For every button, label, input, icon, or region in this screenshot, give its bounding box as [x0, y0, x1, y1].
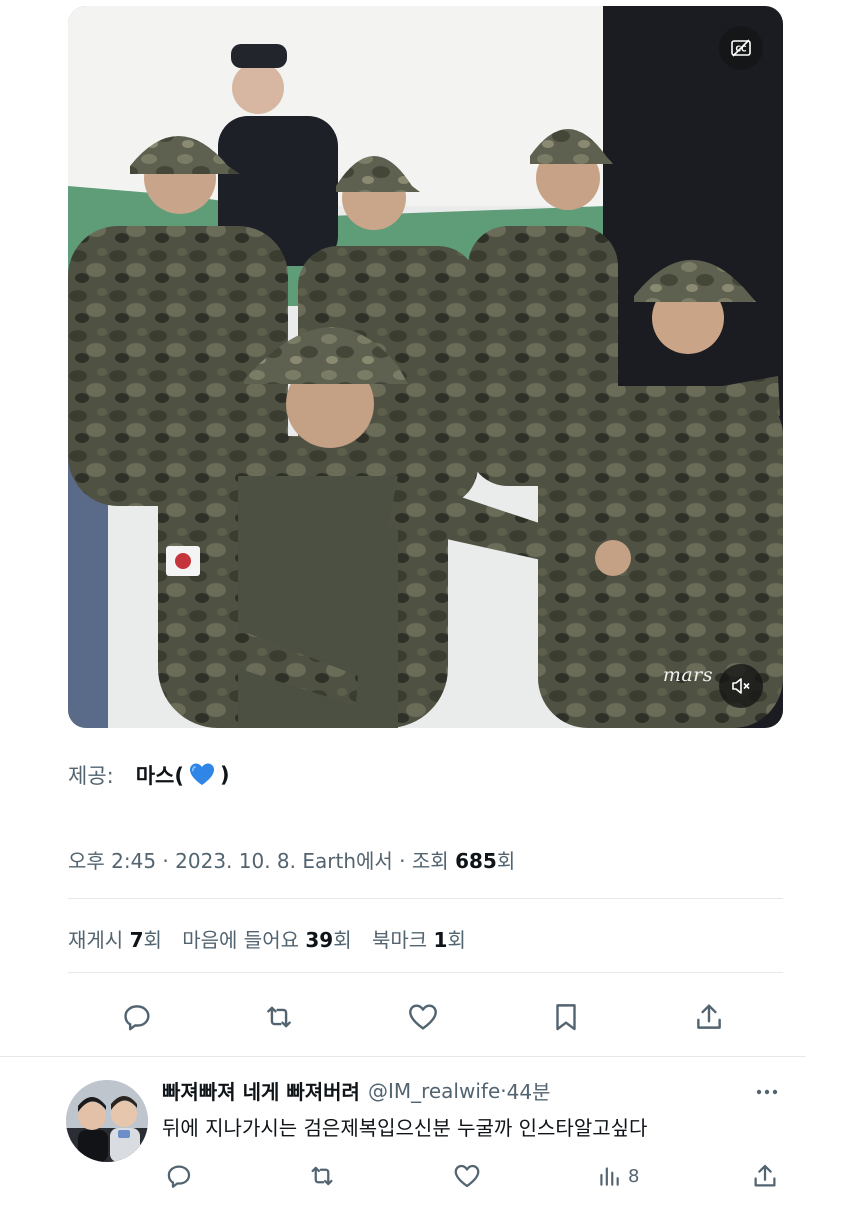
reply-reply-button[interactable] [164, 1156, 194, 1196]
credit-name-prefix: 마스( [135, 764, 184, 788]
views-chart-icon [600, 1167, 619, 1186]
likes-count: 39 [305, 928, 334, 952]
divider [0, 1056, 806, 1057]
video-watermark: mars [662, 664, 713, 686]
volume-muted-icon [732, 678, 750, 694]
more-horizontal-icon [756, 1089, 778, 1095]
repost-icon [311, 1166, 333, 1186]
bookmarks-unit: 회 [447, 928, 466, 952]
like-icon [409, 1004, 437, 1030]
views-count: 685 [455, 849, 497, 873]
like-icon [454, 1164, 480, 1188]
reply-icon [167, 1165, 191, 1188]
likes-label: 마음에 들어요 [182, 928, 306, 952]
share-icon [754, 1164, 776, 1187]
views-unit: 회 [496, 849, 516, 873]
reply-header: 빠져빠져 네게 빠져버려 @IM_realwife · 44분 [162, 1076, 550, 1105]
meta-separator: · [392, 849, 412, 873]
likes-stat[interactable]: 마음에 들어요 39회 [182, 928, 351, 952]
bookmarks-label: 북마크 [371, 928, 434, 952]
video-frame [68, 6, 783, 728]
reply-repost-button[interactable] [307, 1156, 337, 1196]
reply-icon [124, 1005, 150, 1031]
mute-button[interactable] [719, 664, 763, 708]
reposts-unit: 회 [143, 928, 162, 952]
reply-button[interactable] [115, 995, 159, 1039]
credit-name-suffix: ) [219, 763, 230, 787]
post-date[interactable]: 2023. 10. 8. [175, 849, 296, 873]
credit-name: 마스( ) [136, 760, 230, 790]
reposts-label: 재게시 [68, 928, 130, 952]
repost-icon [267, 1006, 291, 1028]
credit-label: 제공: [68, 764, 114, 788]
bookmarks-count: 1 [433, 928, 448, 952]
divider [68, 972, 783, 973]
reply-views-count: 8 [628, 1165, 640, 1187]
bookmark-button[interactable] [544, 995, 588, 1039]
reposts-count: 7 [129, 928, 144, 952]
reply-author-name[interactable]: 빠져빠져 네게 빠져버려 [162, 1076, 360, 1105]
closed-captions-off-icon: CC [731, 39, 751, 57]
captions-button[interactable]: CC [719, 26, 763, 70]
bookmarks-stat[interactable]: 북마크 1회 [372, 928, 466, 952]
reply-time[interactable]: 44분 [507, 1076, 551, 1105]
post-actions [68, 995, 783, 1039]
bookmark-icon [556, 1004, 576, 1031]
reposts-stat[interactable]: 재게시 7회 [68, 928, 162, 952]
post-time[interactable]: 오후 2:45 [68, 849, 156, 873]
post-location: Earth에서 [296, 849, 393, 873]
likes-unit: 회 [333, 928, 352, 952]
divider [68, 898, 783, 899]
like-button[interactable] [401, 995, 445, 1039]
reply-actions: 8 [162, 1156, 787, 1196]
avatar[interactable] [66, 1080, 148, 1162]
reply-views-button[interactable]: 8 [596, 1156, 639, 1196]
repost-button[interactable] [257, 995, 301, 1039]
avatar-image [66, 1080, 148, 1162]
views-label: 조회 [411, 849, 456, 873]
reply-like-button[interactable] [452, 1156, 482, 1196]
more-options-button[interactable] [752, 1080, 782, 1104]
share-icon [697, 1004, 721, 1029]
post-stats: 재게시 7회 마음에 들어요 39회 북마크 1회 [68, 924, 480, 953]
reply-author-handle[interactable]: @IM_realwife [368, 1079, 500, 1103]
meta-separator: · [156, 849, 176, 873]
reply-share-button[interactable] [750, 1156, 780, 1196]
video-player[interactable]: CC mars [68, 6, 783, 728]
post-text: 제공: 마스( ) [68, 760, 230, 790]
post-meta: 오후 2:45 · 2023. 10. 8. Earth에서 · 조회 685회 [68, 845, 515, 874]
share-button[interactable] [687, 995, 731, 1039]
reply-text: 뒤에 지나가시는 검은제복입으신분 누굴까 인스타알고싶다 [162, 1116, 648, 1140]
blue-heart-icon [189, 763, 214, 785]
